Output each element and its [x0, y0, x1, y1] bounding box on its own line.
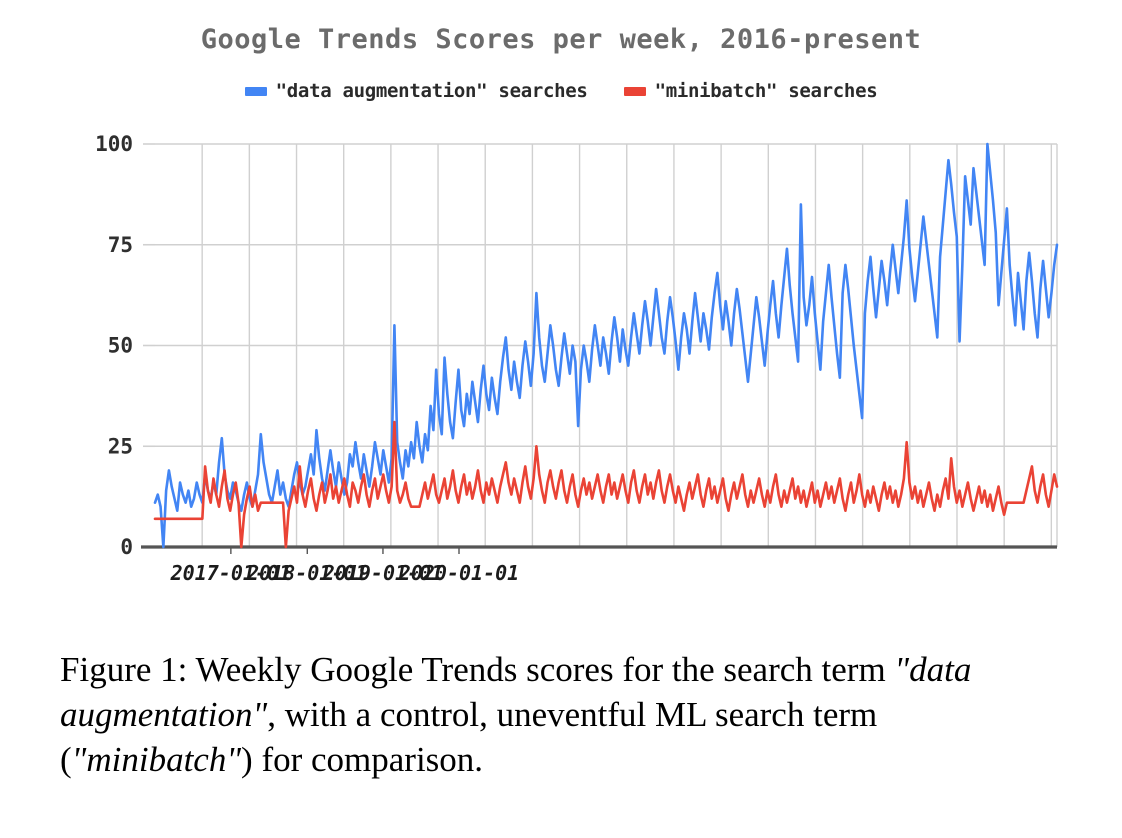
svg-text:100: 100: [95, 132, 133, 156]
chart-figure: Google Trends Scores per week, 2016-pres…: [0, 0, 1122, 620]
caption-emphasis-minibatch: "minibatch": [71, 739, 242, 779]
chart-title: Google Trends Scores per week, 2016-pres…: [200, 24, 922, 55]
legend-label-data-augmentation: "data augmentation" searches: [275, 80, 588, 102]
figure-caption: Figure 1: Weekly Google Trends scores fo…: [60, 648, 1072, 782]
x-axis-tick-labels: 2017-01-012018-01-012019-01-012020-01-01: [170, 547, 519, 585]
legend-color-swatch-blue: [244, 86, 267, 96]
legend-entry-minibatch[interactable]: "minibatch" searches: [623, 80, 878, 102]
svg-text:25: 25: [108, 434, 133, 458]
caption-text-3: ) for comparison.: [241, 739, 484, 779]
legend-entry-data-augmentation[interactable]: "data augmentation" searches: [244, 80, 588, 102]
svg-text:2020-01-01: 2020-01-01: [398, 561, 519, 585]
caption-figure-number: Figure 1:: [60, 650, 188, 689]
legend-label-minibatch: "minibatch" searches: [654, 80, 878, 102]
svg-text:50: 50: [108, 334, 133, 358]
svg-text:75: 75: [108, 233, 133, 257]
chart-svg: 0 25 50 75 100 2017-01-012018-01-012019-01-0…: [95, 132, 1059, 585]
legend-color-swatch-red: [623, 86, 646, 96]
plot-area: 0 25 50 75 100 2017-01-01 2018-01-01 2019-01-0…: [0, 118, 1122, 598]
chart-legend: "data augmentation" searches "minibatch"…: [0, 80, 1122, 102]
figure-page: Google Trends Scores per week, 2016-pres…: [0, 0, 1122, 838]
svg-text:0: 0: [120, 535, 133, 559]
y-axis-tick-labels: 0 25 50 75 100: [95, 132, 133, 559]
caption-text-1: Weekly Google Trends scores for the sear…: [187, 650, 895, 689]
